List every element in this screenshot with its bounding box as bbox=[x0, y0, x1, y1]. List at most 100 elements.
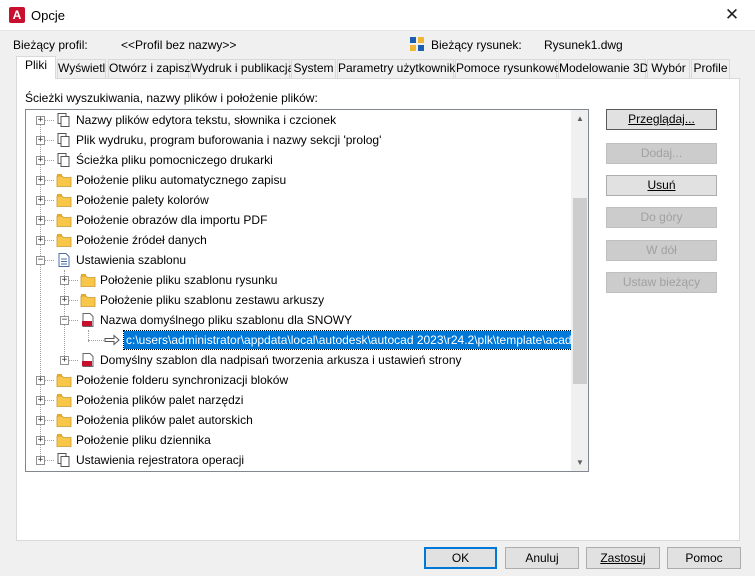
scroll-down-icon[interactable]: ▼ bbox=[571, 454, 588, 471]
close-icon[interactable]: ✕ bbox=[709, 0, 755, 31]
browse-button[interactable]: Przeglądaj... bbox=[606, 109, 717, 130]
tree-item[interactable]: + Położenie obrazów dla importu PDF bbox=[26, 210, 571, 230]
expand-icon[interactable]: + bbox=[36, 416, 45, 425]
expand-icon[interactable]: + bbox=[36, 236, 45, 245]
folder-icon bbox=[56, 392, 72, 408]
folder-icon bbox=[56, 212, 72, 228]
tab-pliki[interactable]: Pliki bbox=[16, 56, 56, 79]
collapse-icon[interactable]: − bbox=[60, 316, 69, 325]
tree-item-label: Położenie folderu synchronizacji bloków bbox=[76, 373, 289, 387]
tab-profile[interactable]: Profile bbox=[691, 59, 730, 78]
folder-icon bbox=[56, 172, 72, 188]
scroll-thumb[interactable] bbox=[573, 198, 587, 384]
tree-item-label: Położenie pliku dziennika bbox=[76, 433, 211, 447]
tab-pomoce-rysunkowe[interactable]: Pomoce rysunkowe bbox=[455, 59, 561, 78]
tree-item-label: Ustawienia rejestratora operacji bbox=[76, 453, 245, 467]
folder-icon bbox=[80, 272, 96, 288]
expand-icon[interactable]: + bbox=[36, 136, 45, 145]
tree-item-label: Plik wydruku, program buforowania i nazw… bbox=[76, 133, 382, 147]
tab-modelowanie-3d[interactable]: Modelowanie 3D bbox=[558, 59, 648, 78]
search-paths-tree[interactable]: + Nazwy plików edytora tekstu, słownika i… bbox=[25, 109, 589, 472]
tree-item-label: Położenie palety kolorów bbox=[76, 193, 209, 207]
files-icon bbox=[56, 152, 72, 168]
tree-item[interactable]: + Ustawienia rejestratora operacji bbox=[26, 450, 571, 470]
expand-icon[interactable]: + bbox=[36, 456, 45, 465]
tree-item[interactable]: + Nazwy plików edytora tekstu, słownika i… bbox=[26, 110, 571, 130]
tree-item[interactable]: c:\users\administrator\appdata\local\aut… bbox=[26, 330, 588, 350]
expand-icon[interactable]: + bbox=[36, 396, 45, 405]
tree-item[interactable]: + Położenie źródeł danych bbox=[26, 230, 571, 250]
dwt-file-icon bbox=[80, 352, 96, 368]
tab-otworz-i-zapisz[interactable]: Otwórz i zapisz bbox=[108, 59, 190, 78]
tree-item-label: Ścieżka pliku pomocniczego drukarki bbox=[76, 153, 273, 167]
tree-item-label: Położenie źródeł danych bbox=[76, 233, 207, 247]
tree-item-label: Położenie pliku automatycznego zapisu bbox=[76, 173, 287, 187]
remove-button[interactable]: Usuń bbox=[606, 175, 717, 196]
document-icon bbox=[56, 252, 72, 268]
folder-icon bbox=[56, 412, 72, 428]
expand-icon[interactable]: + bbox=[60, 296, 69, 305]
help-button[interactable]: Pomoc bbox=[667, 547, 741, 569]
tree-item-label: Położenia plików palet autorskich bbox=[76, 413, 253, 427]
tree-item[interactable]: + Plik wydruku, program buforowania i naz… bbox=[26, 130, 571, 150]
current-profile-value: <<Profil bez nazwy>> bbox=[121, 38, 237, 52]
tree-item[interactable]: + Ścieżka pliku pomocniczego drukarki bbox=[26, 150, 571, 170]
expand-icon[interactable]: + bbox=[36, 116, 45, 125]
expand-icon[interactable]: + bbox=[36, 196, 45, 205]
tree-item[interactable]: − Nazwa domyślnego pliku szablonu dla SNO… bbox=[26, 310, 571, 330]
apply-button[interactable]: Zastosuj bbox=[586, 547, 660, 569]
scroll-up-icon[interactable]: ▲ bbox=[571, 110, 588, 127]
arrow-right-icon bbox=[104, 332, 120, 348]
move-down-button[interactable]: W dół bbox=[606, 240, 717, 261]
tree-item[interactable]: + Położenia plików palet autorskich bbox=[26, 410, 571, 430]
expand-icon[interactable]: + bbox=[36, 216, 45, 225]
current-drawing-value: Rysunek1.dwg bbox=[544, 38, 623, 52]
tree-item[interactable]: + Położenie palety kolorów bbox=[26, 190, 571, 210]
current-drawing-label: Bieżący rysunek: bbox=[431, 38, 522, 52]
expand-icon[interactable]: + bbox=[36, 436, 45, 445]
expand-icon[interactable]: + bbox=[60, 276, 69, 285]
cancel-button[interactable]: Anuluj bbox=[505, 547, 579, 569]
tab-wydruk-i-publikacja[interactable]: Wydruk i publikacja bbox=[190, 59, 294, 78]
vertical-scrollbar[interactable]: ▲ ▼ bbox=[571, 110, 588, 471]
tab-parametry-uzytkownika[interactable]: Parametry użytkownika bbox=[337, 59, 462, 78]
folder-icon bbox=[80, 292, 96, 308]
set-current-button[interactable]: Ustaw bieżący bbox=[606, 272, 717, 293]
collapse-icon[interactable]: − bbox=[36, 256, 45, 265]
tree-item[interactable]: + Położenie pliku szablonu zestawu arkusz… bbox=[26, 290, 571, 310]
tree-item[interactable]: + Położenie pliku automatycznego zapisu bbox=[26, 170, 571, 190]
tab-system[interactable]: System bbox=[291, 59, 336, 78]
drawing-icon bbox=[410, 37, 424, 51]
tree-item[interactable]: − Ustawienia szablonu bbox=[26, 250, 571, 270]
tree-item-label: Położenie pliku szablonu zestawu arkuszy bbox=[100, 293, 325, 307]
window-title: Opcje bbox=[31, 8, 65, 23]
tree-item-label: Położenia plików palet narzędzi bbox=[76, 393, 244, 407]
expand-icon[interactable]: + bbox=[36, 376, 45, 385]
files-icon bbox=[56, 452, 72, 468]
add-button[interactable]: Dodaj... bbox=[606, 143, 717, 164]
tree-item[interactable]: + Położenie pliku dziennika bbox=[26, 430, 571, 450]
tree-item-label: Domyślny szablon dla nadpisań tworzenia … bbox=[100, 353, 462, 367]
expand-icon[interactable]: + bbox=[36, 156, 45, 165]
folder-icon bbox=[56, 232, 72, 248]
tree-item[interactable]: + Położenie pliku szablonu rysunku bbox=[26, 270, 571, 290]
ok-button[interactable]: OK bbox=[424, 547, 497, 569]
tree-item[interactable]: + Domyślny szablon dla nadpisań tworzenia… bbox=[26, 350, 571, 370]
tree-item[interactable]: + Położenie folderu synchronizacji bloków bbox=[26, 370, 571, 390]
folder-icon bbox=[56, 192, 72, 208]
folder-icon bbox=[56, 372, 72, 388]
move-up-button[interactable]: Do góry bbox=[606, 207, 717, 228]
folder-icon bbox=[56, 432, 72, 448]
tab-wybor[interactable]: Wybór bbox=[647, 59, 690, 78]
tree-item-label: Nazwa domyślnego pliku szablonu dla SNOW… bbox=[100, 313, 353, 327]
tree-item-label: Położenie obrazów dla importu PDF bbox=[76, 213, 268, 227]
tab-wyswietl[interactable]: Wyświetl bbox=[57, 59, 106, 78]
tree-item[interactable]: + Położenia plików palet narzędzi bbox=[26, 390, 571, 410]
tree-item-label: c:\users\administrator\appdata\local\aut… bbox=[123, 330, 588, 350]
tree-item-label: Ustawienia szablonu bbox=[76, 253, 187, 267]
autocad-app-icon: A bbox=[9, 7, 25, 23]
files-icon bbox=[56, 132, 72, 148]
expand-icon[interactable]: + bbox=[60, 356, 69, 365]
expand-icon[interactable]: + bbox=[36, 176, 45, 185]
tree-item-label: Nazwy plików edytora tekstu, słownika i … bbox=[76, 113, 337, 127]
